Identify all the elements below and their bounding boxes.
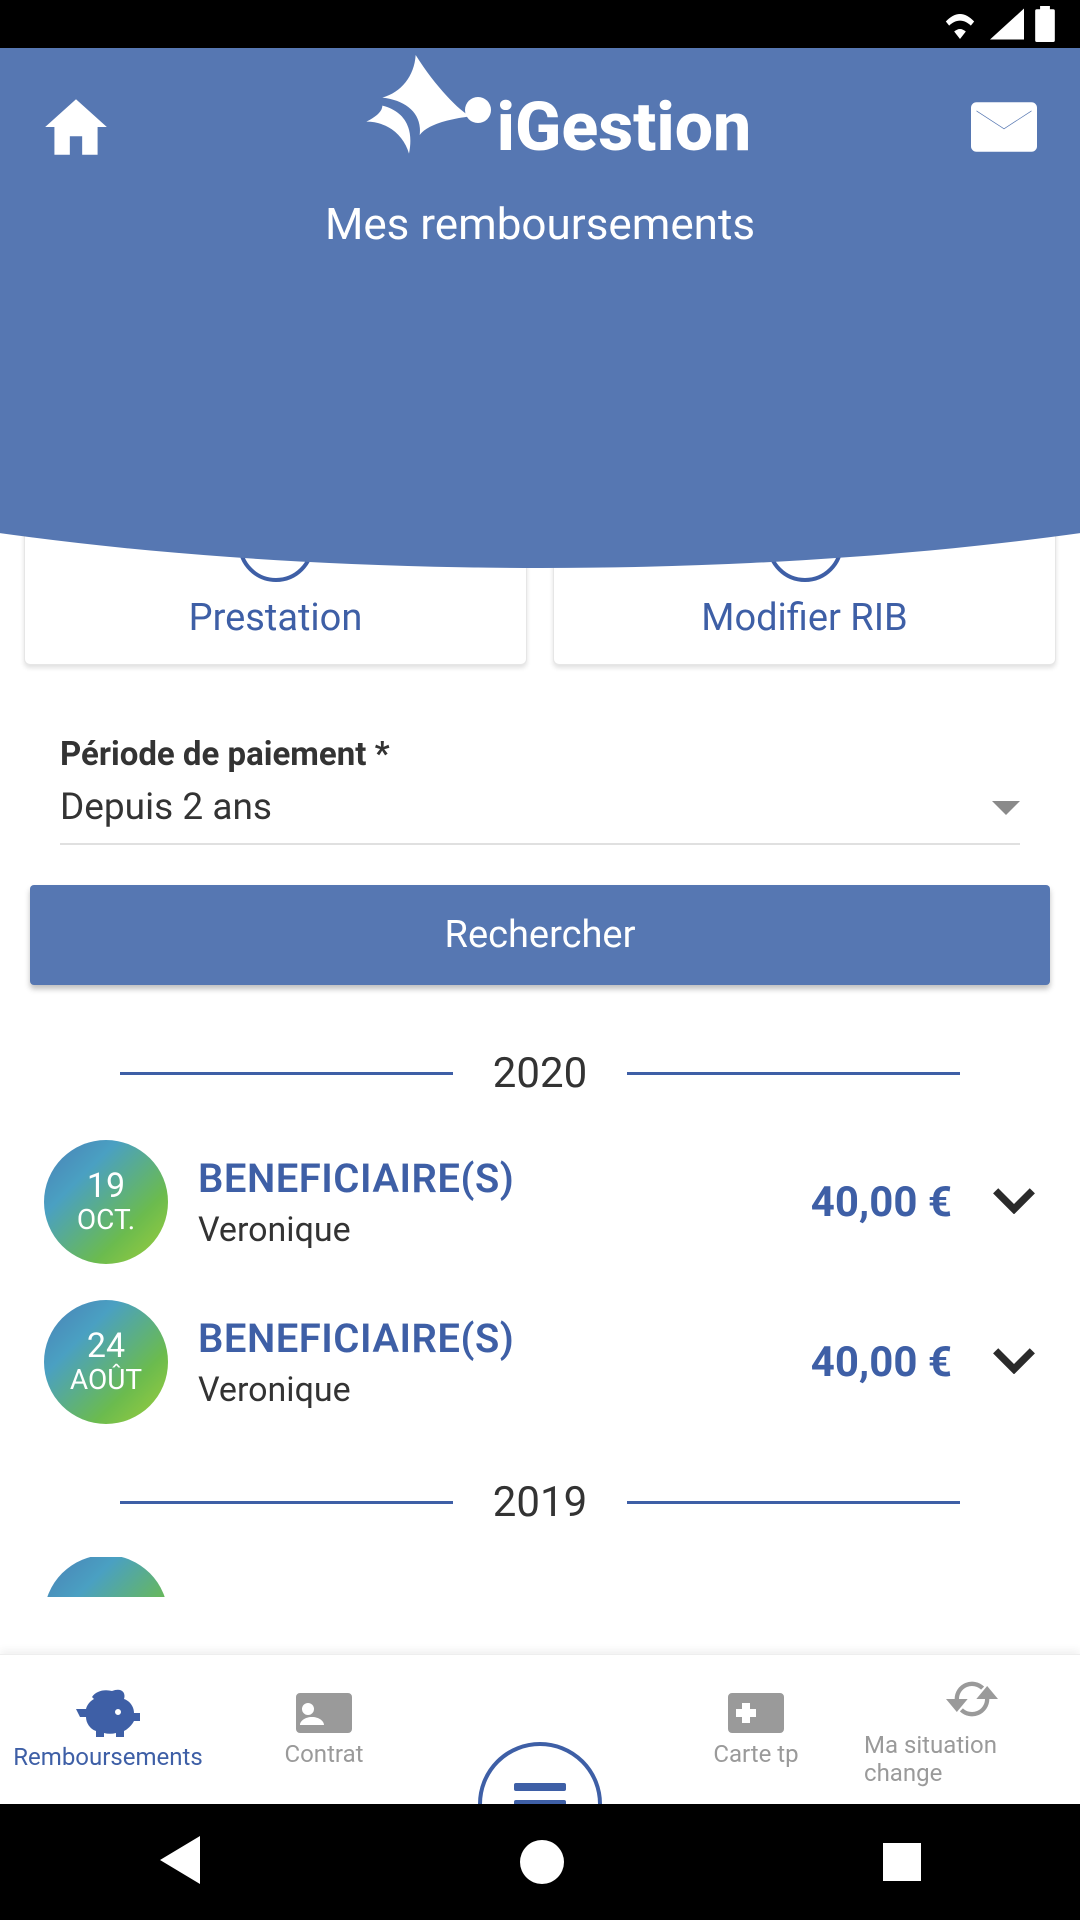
tab-label: Carte tp — [713, 1740, 798, 1768]
page-title: Mes remboursements — [0, 198, 1080, 250]
filter-section: Période de paiement * Depuis 2 ans — [0, 665, 1080, 845]
tab-contrat[interactable]: Contrat — [216, 1655, 432, 1804]
expand-button[interactable] — [992, 1186, 1036, 1218]
home-icon — [39, 90, 113, 164]
date-chip: 08 — [44, 1557, 168, 1597]
logo-dot-icon — [465, 97, 491, 123]
hamburger-icon — [514, 1783, 566, 1804]
period-select-value: Depuis 2 ans — [60, 786, 272, 829]
remboursement-row[interactable]: 08 — [0, 1557, 1080, 1597]
id-card-icon — [296, 1692, 352, 1734]
back-triangle-icon — [159, 1836, 201, 1884]
row-title: BENEFICIAIRE(S) — [198, 1315, 781, 1362]
tab-label: Contrat — [285, 1740, 364, 1768]
chevron-down-icon — [992, 1346, 1036, 1374]
filter-label: Période de paiement * — [60, 735, 1020, 774]
period-select[interactable]: Depuis 2 ans — [60, 786, 1020, 845]
date-day: 19 — [87, 1168, 125, 1205]
tab-carte-tp[interactable]: Carte tp — [648, 1655, 864, 1804]
row-beneficiary: Veronique — [198, 1370, 781, 1410]
signal-icon — [990, 8, 1024, 40]
battery-icon — [1034, 6, 1056, 42]
expand-button[interactable] — [992, 1346, 1036, 1378]
app-header: iGestion Mes remboursements — [0, 48, 1080, 338]
tab-remboursements[interactable]: Remboursements — [0, 1655, 216, 1804]
date-chip: 24 AOÛT — [44, 1300, 168, 1424]
mail-button[interactable] — [964, 87, 1044, 167]
row-info: BENEFICIAIRE(S) Veronique — [198, 1315, 781, 1410]
divider-line — [627, 1072, 960, 1075]
divider-line — [627, 1501, 960, 1504]
system-nav-bar — [0, 1804, 1080, 1920]
chevron-down-icon — [992, 1186, 1036, 1214]
nav-home-button[interactable] — [520, 1840, 564, 1884]
tab-label: Ma situation change — [864, 1731, 1080, 1787]
card-prestation-label: Prestation — [25, 596, 526, 640]
row-info: BENEFICIAIRE(S) Veronique — [198, 1155, 781, 1250]
logo-text: iGestion — [465, 87, 752, 167]
row-amount: 40,00 € — [811, 1338, 952, 1387]
row-amount: 40,00 € — [811, 1178, 952, 1227]
date-month: OCT. — [77, 1205, 135, 1236]
divider-line — [120, 1501, 453, 1504]
divider-line — [120, 1072, 453, 1075]
nav-back-button[interactable] — [159, 1836, 201, 1888]
date-chip: 19 OCT. — [44, 1140, 168, 1264]
search-button[interactable]: Rechercher — [30, 885, 1050, 985]
tab-label: Remboursements — [13, 1743, 202, 1771]
refresh-icon — [946, 1673, 998, 1725]
mail-icon — [971, 101, 1037, 153]
app-logo: iGestion — [329, 48, 752, 207]
remboursement-row[interactable]: 24 AOÛT BENEFICIAIRE(S) Veronique 40,00 … — [0, 1288, 1080, 1448]
dropdown-arrow-icon — [992, 801, 1020, 815]
device-frame: iGestion Mes remboursements Consultation… — [0, 0, 1080, 1920]
year-divider: 2019 — [120, 1478, 960, 1527]
row-title: BENEFICIAIRE(S) — [198, 1155, 781, 1202]
home-button[interactable] — [36, 87, 116, 167]
row-beneficiary: Veronique — [198, 1210, 781, 1250]
status-bar — [0, 0, 1080, 48]
date-month: AOÛT — [70, 1365, 142, 1396]
card-modifier-rib-label: Modifier RIB — [554, 596, 1055, 640]
date-day: 24 — [87, 1328, 125, 1365]
nav-recent-button[interactable] — [883, 1843, 921, 1881]
health-card-icon — [728, 1692, 784, 1734]
wifi-icon — [940, 8, 980, 40]
piggy-bank-icon — [76, 1689, 140, 1737]
remboursement-row[interactable]: 19 OCT. BENEFICIAIRE(S) Veronique 40,00 … — [0, 1128, 1080, 1288]
year-divider: 2020 — [120, 1049, 960, 1098]
app-content: iGestion Mes remboursements Consultation… — [0, 48, 1080, 1804]
year-label: 2019 — [493, 1478, 587, 1527]
home-circle-icon — [520, 1840, 564, 1884]
year-label: 2020 — [493, 1049, 587, 1098]
recent-square-icon — [883, 1843, 921, 1881]
tab-situation[interactable]: Ma situation change — [864, 1655, 1080, 1804]
